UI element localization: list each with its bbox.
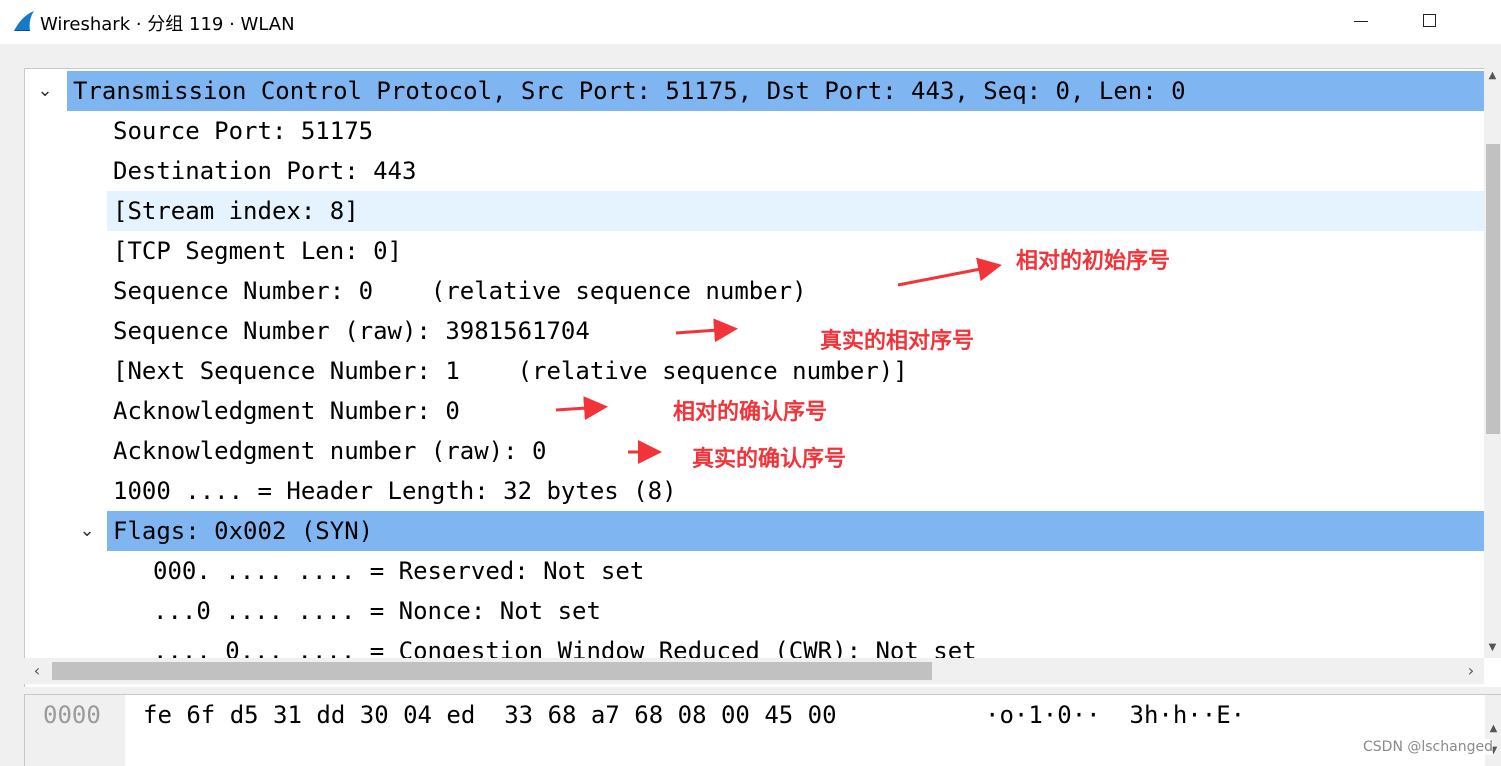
- chevron-down-icon[interactable]: ⌄: [35, 71, 55, 111]
- tree-row-header-length[interactable]: 1000 .... = Header Length: 32 bytes (8): [25, 471, 1485, 511]
- tree-row-label: .... 0... .... = Congestion Window Reduc…: [153, 637, 977, 659]
- window-title: Wireshark · 分组 119 · WLAN: [40, 14, 295, 35]
- tree-row-label: 1000 .... = Header Length: 32 bytes (8): [113, 477, 677, 505]
- packet-details-tree: ⌄ Transmission Control Protocol, Src Por…: [25, 71, 1485, 659]
- tree-row-segment-len[interactable]: [TCP Segment Len: 0]: [25, 231, 1485, 271]
- maximize-button[interactable]: [1414, 6, 1444, 36]
- annotation-relative-ack: 相对的确认序号: [673, 400, 828, 425]
- hex-offset: 0000: [43, 701, 101, 729]
- tree-vertical-scrollbar[interactable]: ▲ ▼: [1484, 68, 1501, 658]
- tree-row-flags[interactable]: ⌄ Flags: 0x002 (SYN): [25, 511, 1485, 551]
- horizontal-scroll-thumb[interactable]: [52, 662, 932, 680]
- tree-row-label: Destination Port: 443: [113, 157, 417, 185]
- annotation-raw-seq: 真实的相对序号: [820, 329, 975, 354]
- tree-row-label: ...0 .... .... = Nonce: Not set: [153, 597, 601, 625]
- title-bar: Wireshark · 分组 119 · WLAN: [0, 0, 1501, 44]
- tree-row-label: Source Port: 51175: [113, 117, 374, 145]
- watermark: CSDN @lschanged: [1363, 739, 1493, 755]
- annotation-relative-initial-seq: 相对的初始序号: [1016, 249, 1171, 274]
- tree-row-label: [TCP Segment Len: 0]: [113, 237, 402, 265]
- tree-row-label: Transmission Control Protocol, Src Port:…: [73, 77, 1186, 105]
- hex-vertical-scrollbar[interactable]: ▲ ▼: [1485, 695, 1501, 766]
- tree-row-label: Acknowledgment Number: 0: [113, 397, 460, 425]
- tree-horizontal-scrollbar[interactable]: ‹ ›: [24, 658, 1484, 684]
- tree-row-stream-index[interactable]: [Stream index: 8]: [25, 191, 1485, 231]
- tree-row-label: [Stream index: 8]: [113, 197, 359, 225]
- chevron-down-icon[interactable]: ⌄: [77, 511, 97, 551]
- tree-row-label: [Next Sequence Number: 1 (relative seque…: [113, 357, 908, 385]
- tree-row-flag-cwr[interactable]: .... 0... .... = Congestion Window Reduc…: [25, 631, 1485, 659]
- tree-row-label: Acknowledgment number (raw): 0: [113, 437, 547, 465]
- vertical-scroll-thumb[interactable]: [1486, 144, 1500, 434]
- scroll-up-icon[interactable]: ▲: [1484, 68, 1501, 84]
- hex-ascii[interactable]: ·o·1·0·· 3h·h··E·: [985, 701, 1245, 729]
- tree-row-sequence-number[interactable]: Sequence Number: 0 (relative sequence nu…: [25, 271, 1485, 311]
- tree-row-label: Sequence Number (raw): 3981561704: [113, 317, 590, 345]
- tree-row-label: Sequence Number: 0 (relative sequence nu…: [113, 277, 807, 305]
- tree-row-flag-reserved[interactable]: 000. .... .... = Reserved: Not set: [25, 551, 1485, 591]
- hex-bytes[interactable]: fe 6f d5 31 dd 30 04 ed 33 68 a7 68 08 0…: [143, 701, 837, 729]
- packet-details-pane: ⌄ Transmission Control Protocol, Src Por…: [24, 68, 1501, 687]
- scroll-up-icon[interactable]: ▲: [1485, 721, 1501, 737]
- annotation-raw-ack: 真实的确认序号: [692, 447, 847, 472]
- packet-bytes-pane: 0000 fe 6f d5 31 dd 30 04 ed 33 68 a7 68…: [24, 694, 1501, 766]
- tree-row-source-port[interactable]: Source Port: 51175: [25, 111, 1485, 151]
- tree-row-next-sequence-number[interactable]: [Next Sequence Number: 1 (relative seque…: [25, 351, 1485, 391]
- scroll-left-icon[interactable]: ‹: [24, 658, 50, 684]
- tree-row-sequence-number-raw[interactable]: Sequence Number (raw): 3981561704: [25, 311, 1485, 351]
- tree-row-flag-nonce[interactable]: ...0 .... .... = Nonce: Not set: [25, 591, 1485, 631]
- scroll-right-icon[interactable]: ›: [1458, 658, 1484, 684]
- tree-row-label: 000. .... .... = Reserved: Not set: [153, 557, 645, 585]
- maximize-icon: [1422, 14, 1436, 27]
- wireshark-fin-icon: [14, 11, 34, 31]
- tree-row-destination-port[interactable]: Destination Port: 443: [25, 151, 1485, 191]
- tree-row-label: Flags: 0x002 (SYN): [113, 517, 374, 545]
- scroll-down-icon[interactable]: ▼: [1484, 640, 1501, 656]
- minimize-icon: [1354, 21, 1368, 22]
- minimize-button[interactable]: [1346, 6, 1376, 36]
- tree-row-tcp[interactable]: ⌄ Transmission Control Protocol, Src Por…: [25, 71, 1485, 111]
